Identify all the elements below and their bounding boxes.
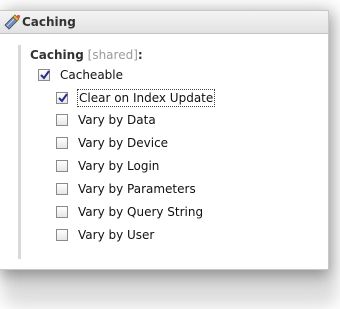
screenshot-stage: Caching Caching [shared]: Cacheable Clea…: [0, 0, 340, 309]
vary-by-user-checkbox[interactable]: [56, 229, 68, 241]
section-title-colon: :: [137, 48, 143, 62]
check-icon: [40, 70, 50, 80]
vary-by-login-checkbox[interactable]: [56, 160, 68, 172]
panel-header[interactable]: Caching: [0, 11, 328, 34]
option-vary-by-data[interactable]: Vary by Data: [56, 111, 156, 129]
vary-by-query-string-checkbox[interactable]: [56, 206, 68, 218]
check-icon: [58, 93, 68, 103]
vary-by-data-label: Vary by Data: [78, 113, 156, 127]
option-vary-by-query-string[interactable]: Vary by Query String: [56, 203, 203, 221]
cacheable-checkbox[interactable]: [38, 69, 50, 81]
clear-on-index-update-checkbox[interactable]: [56, 92, 68, 104]
vary-by-parameters-checkbox[interactable]: [56, 183, 68, 195]
panel-title: Caching: [22, 15, 76, 29]
section-title: Caching [shared]:: [30, 47, 143, 63]
option-vary-by-parameters[interactable]: Vary by Parameters: [56, 180, 196, 198]
vary-by-device-checkbox[interactable]: [56, 137, 68, 149]
caching-panel: Caching Caching [shared]: Cacheable Clea…: [0, 10, 329, 270]
clear-on-index-update-label: Clear on Index Update: [76, 89, 216, 107]
option-clear-on-index-update[interactable]: Clear on Index Update: [56, 89, 216, 107]
vary-by-query-string-label: Vary by Query String: [78, 205, 204, 219]
option-vary-by-device[interactable]: Vary by Device: [56, 134, 168, 152]
vary-by-user-label: Vary by User: [78, 228, 155, 242]
vary-by-parameters-label: Vary by Parameters: [78, 182, 196, 196]
option-vary-by-login[interactable]: Vary by Login: [56, 157, 159, 175]
vary-by-device-label: Vary by Device: [78, 136, 169, 150]
section-title-scope: [shared]: [87, 48, 138, 62]
section-title-main: Caching: [30, 48, 84, 62]
caching-icon: [4, 14, 22, 30]
vary-by-data-checkbox[interactable]: [56, 114, 68, 126]
vary-by-login-label: Vary by Login: [78, 159, 160, 173]
option-vary-by-user[interactable]: Vary by User: [56, 226, 154, 244]
section-divider: [18, 45, 21, 259]
cacheable-label: Cacheable: [60, 68, 124, 82]
option-cacheable[interactable]: Cacheable: [38, 66, 123, 84]
